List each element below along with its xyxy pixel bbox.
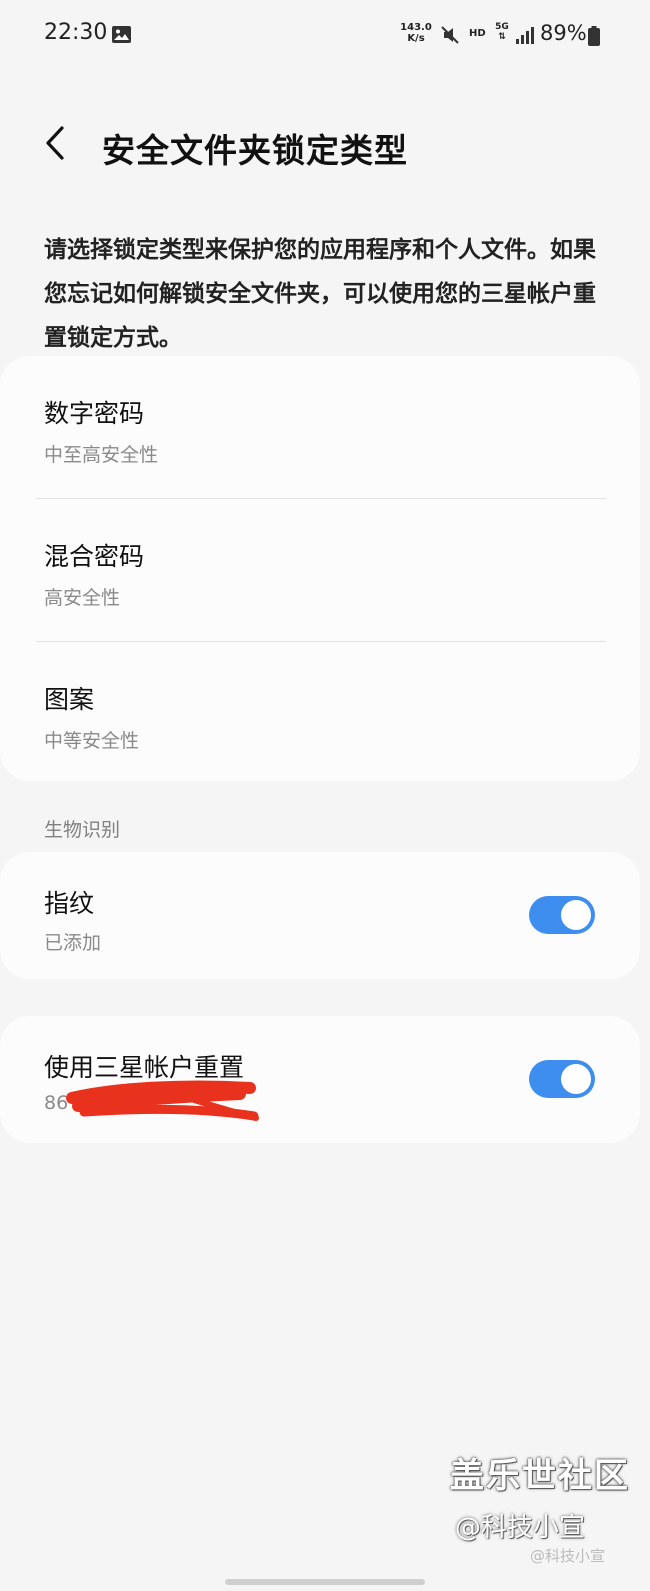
signal-icon (516, 27, 534, 44)
section-header-biometrics: 生物识别 (44, 819, 121, 841)
hd-label: HD (469, 28, 486, 39)
battery-icon (588, 26, 600, 46)
option-title: 混合密码 (44, 542, 145, 571)
data-arrows-icon: ⇅ (498, 32, 506, 42)
option-title: 数字密码 (44, 399, 145, 428)
weibo-watermark: @科技小宣 (530, 1547, 606, 1565)
lock-option-pattern[interactable]: 图案 中等安全性 (0, 642, 640, 781)
toggle-knob (561, 900, 591, 930)
chevron-left-icon (46, 126, 64, 160)
fingerprint-toggle[interactable] (529, 896, 595, 934)
speed-value: 143.0 (400, 22, 432, 33)
battery-level: 89% (540, 21, 587, 45)
speed-unit: K/s (407, 33, 425, 44)
back-button[interactable] (36, 118, 80, 168)
fingerprint-row[interactable]: 指纹 已添加 (0, 852, 640, 979)
redaction-scribble (66, 1080, 259, 1121)
toggle-knob (561, 1064, 591, 1094)
description-text: 请选择锁定类型来保护您的应用程序和个人文件。如果您忘记如何解锁安全文件夹，可以使… (44, 237, 596, 351)
option-subtitle: 中至高安全性 (44, 444, 159, 466)
fingerprint-title: 指纹 (44, 889, 95, 918)
lock-option-pin[interactable]: 数字密码 中至高安全性 (0, 356, 640, 498)
mute-icon (441, 26, 459, 44)
status-time: 22:30 (44, 20, 108, 45)
account-reset-toggle[interactable] (529, 1060, 595, 1098)
network-type-label: 5G (495, 22, 509, 32)
status-bar: 22:30 143.0 K/s HD 5G ⇅ 89% (0, 0, 650, 72)
page-title: 安全文件夹锁定类型 (102, 131, 408, 170)
option-title: 图案 (44, 685, 95, 714)
lock-type-list: 数字密码 中至高安全性 混合密码 高安全性 图案 中等安全性 (0, 356, 640, 781)
fingerprint-status: 已添加 (44, 932, 102, 954)
watermark-handle: @科技小宣 (455, 1513, 586, 1543)
watermark-site: 盖乐世社区 (450, 1456, 630, 1496)
lock-option-password[interactable]: 混合密码 高安全性 (0, 499, 640, 641)
screen: 22:30 143.0 K/s HD 5G ⇅ 89% 安全文件夹锁定类型 请选… (0, 0, 650, 1591)
option-subtitle: 高安全性 (44, 587, 121, 609)
network-type: 5G ⇅ (494, 22, 510, 42)
network-speed: 143.0 K/s (398, 22, 434, 44)
home-indicator[interactable] (225, 1579, 425, 1585)
option-subtitle: 中等安全性 (44, 730, 140, 752)
gallery-icon (112, 26, 131, 43)
